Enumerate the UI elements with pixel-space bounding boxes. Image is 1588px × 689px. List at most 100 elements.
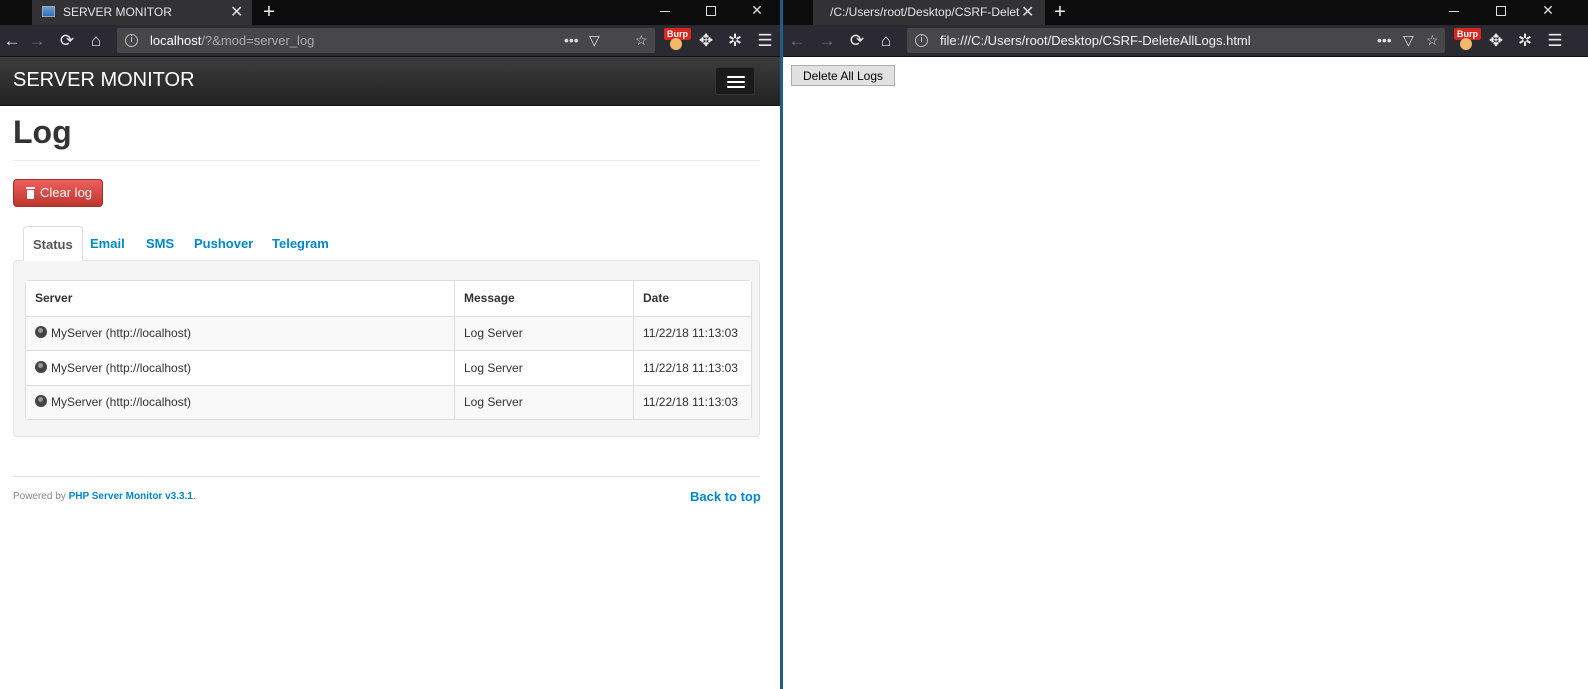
maximize-button[interactable]: [1478, 0, 1524, 25]
navigation-toolbar: ← → ⟳ ⌂ i localhost/?&mod=server_log •••…: [0, 25, 780, 57]
minimize-button[interactable]: [642, 0, 688, 25]
reload-icon[interactable]: ⟳: [845, 29, 869, 53]
home-icon[interactable]: ⌂: [84, 29, 108, 53]
reload-icon[interactable]: ⟳: [55, 29, 79, 53]
url-path: /?&mod=server_log: [201, 33, 315, 48]
clear-log-button[interactable]: Clear log: [13, 179, 103, 207]
server-name: MyServer (http://localhost): [51, 395, 192, 410]
burp-extension-icon[interactable]: Burp: [1454, 28, 1481, 52]
footer-credit: Powered by PHP Server Monitor v3.3.1.: [13, 491, 196, 502]
nav-toggle-button[interactable]: [715, 67, 755, 95]
maximize-icon: [1496, 6, 1506, 17]
column-header-date: Date: [633, 281, 751, 316]
server-name: MyServer (http://localhost): [51, 326, 192, 341]
extensions-puzzle-icon[interactable]: ✥: [694, 29, 718, 53]
pocket-icon[interactable]: ▽: [589, 28, 600, 53]
clear-log-label: Clear log: [40, 185, 93, 200]
new-tab-button[interactable]: +: [1048, 0, 1072, 25]
settings-gear-icon[interactable]: ✲: [723, 29, 747, 53]
message-cell: Log Server: [454, 384, 633, 419]
globe-icon: [35, 395, 47, 408]
site-info-icon[interactable]: i: [915, 34, 928, 47]
tab-telegram[interactable]: Telegram: [272, 226, 329, 261]
back-icon[interactable]: ←: [785, 29, 809, 53]
page-actions-icon[interactable]: •••: [1377, 28, 1392, 53]
site-info-icon[interactable]: i: [125, 34, 138, 47]
url-text: localhost/?&mod=server_log: [150, 28, 314, 53]
new-tab-button[interactable]: +: [257, 0, 281, 25]
back-icon[interactable]: ←: [0, 29, 24, 53]
date-cell: 11/22/18 11:13:03: [633, 384, 751, 419]
table-row: MyServer (http://localhost) Log Server 1…: [26, 315, 751, 350]
column-header-server: Server: [26, 281, 454, 316]
tab-sms[interactable]: SMS: [146, 226, 174, 261]
bookmark-star-icon[interactable]: ☆: [1426, 28, 1439, 53]
table-row: MyServer (http://localhost) Log Server 1…: [26, 384, 751, 419]
server-cell: MyServer (http://localhost): [26, 350, 454, 385]
address-bar[interactable]: i file:///C:/Users/root/Desktop/CSRF-Del…: [907, 28, 1445, 53]
page-title: Log: [13, 114, 72, 150]
tab-pushover[interactable]: Pushover: [194, 226, 253, 261]
globe-icon: [35, 360, 47, 373]
server-name: MyServer (http://localhost): [51, 360, 192, 375]
left-page-content: SERVER MONITOR Log Clear log Status Emai…: [0, 57, 780, 689]
product-link[interactable]: PHP Server Monitor v3.3.1: [69, 491, 193, 502]
footer-period: .: [192, 491, 196, 502]
left-browser-window: SERVER MONITOR ✕ + ✕ ← → ⟳ ⌂ i localhost…: [0, 0, 780, 689]
maximize-button[interactable]: [688, 0, 734, 25]
minimize-icon: [660, 10, 670, 12]
navigation-toolbar: ← → ⟳ ⌂ i file:///C:/Users/root/Desktop/…: [783, 25, 1588, 57]
message-cell: Log Server: [454, 315, 633, 350]
page-actions-icon[interactable]: •••: [564, 28, 579, 53]
app-header: SERVER MONITOR: [0, 57, 780, 106]
delete-all-logs-button[interactable]: Delete All Logs: [791, 65, 895, 86]
log-panel: Server Message Date MyServer (http://loc…: [13, 260, 760, 437]
bookmark-star-icon[interactable]: ☆: [635, 28, 648, 53]
address-bar[interactable]: i localhost/?&mod=server_log ••• ▽ ☆: [117, 28, 655, 53]
right-browser-window: /C:/Users/root/Desktop/CSRF-Delet ✕ + ✕ …: [783, 0, 1588, 689]
table-header-row: Server Message Date: [26, 281, 751, 316]
tab-close-icon[interactable]: ✕: [1021, 0, 1034, 25]
date-cell: 11/22/18 11:13:03: [633, 350, 751, 385]
minimize-icon: [1449, 10, 1459, 12]
burp-extension-icon[interactable]: Burp: [664, 28, 691, 52]
server-cell: MyServer (http://localhost): [26, 384, 454, 419]
home-icon[interactable]: ⌂: [874, 29, 898, 53]
maximize-icon: [706, 6, 716, 17]
pocket-icon[interactable]: ▽: [1403, 28, 1414, 53]
tab-strip: /C:/Users/root/Desktop/CSRF-Delet ✕ + ✕: [783, 0, 1588, 25]
minimize-button[interactable]: [1431, 0, 1477, 25]
tab-title: /C:/Users/root/Desktop/CSRF-Delet: [830, 5, 1020, 19]
title-divider: [13, 160, 760, 161]
tab-email[interactable]: Email: [90, 226, 125, 261]
app-menu-icon[interactable]: ☰: [1543, 29, 1567, 53]
forward-icon[interactable]: →: [815, 29, 839, 53]
globe-icon: [35, 326, 47, 339]
tab-close-icon[interactable]: ✕: [230, 0, 243, 25]
tab-strip: SERVER MONITOR ✕ + ✕: [0, 0, 780, 25]
powered-by-text: Powered by: [13, 491, 66, 502]
url-text: file:///C:/Users/root/Desktop/CSRF-Delet…: [940, 33, 1251, 48]
tab-status[interactable]: Status: [23, 226, 83, 261]
page-favicon-icon: [42, 6, 55, 17]
close-window-button[interactable]: ✕: [1525, 0, 1571, 25]
tab-server-monitor[interactable]: SERVER MONITOR ✕: [32, 0, 252, 25]
server-cell: MyServer (http://localhost): [26, 315, 454, 350]
brand-logo[interactable]: SERVER MONITOR: [13, 69, 195, 92]
log-table: Server Message Date MyServer (http://loc…: [25, 280, 752, 420]
extensions-puzzle-icon[interactable]: ✥: [1484, 29, 1508, 53]
table-row: MyServer (http://localhost) Log Server 1…: [26, 350, 751, 385]
date-cell: 11/22/18 11:13:03: [633, 315, 751, 350]
app-menu-icon[interactable]: ☰: [753, 29, 777, 53]
settings-gear-icon[interactable]: ✲: [1513, 29, 1537, 53]
forward-icon[interactable]: →: [25, 29, 49, 53]
column-header-message: Message: [454, 281, 633, 316]
footer-divider: [13, 476, 760, 477]
url-host: localhost: [150, 33, 202, 48]
close-window-button[interactable]: ✕: [734, 0, 780, 25]
back-to-top-link[interactable]: Back to top: [690, 489, 761, 504]
trash-icon: [26, 187, 35, 199]
tab-title: SERVER MONITOR: [63, 5, 172, 19]
tab-csrf-file[interactable]: /C:/Users/root/Desktop/CSRF-Delet ✕: [813, 0, 1045, 25]
message-cell: Log Server: [454, 350, 633, 385]
